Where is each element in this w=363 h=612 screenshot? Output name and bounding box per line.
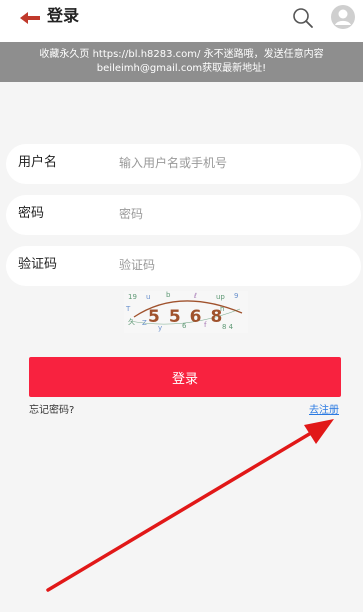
page-title: 登录: [47, 6, 80, 25]
password-input[interactable]: [119, 204, 339, 224]
svg-text:ℓ: ℓ: [193, 292, 197, 300]
password-label: 密码: [18, 206, 45, 221]
svg-text:9: 9: [234, 292, 238, 300]
notice-line-2: beileimh@gmail.com获取最新地址!: [96, 63, 267, 74]
notice-banner: 收藏永久页 https://bl.h8283.com/ 永不迷路哦，发送任意内容…: [0, 42, 363, 82]
register-link[interactable]: 去注册: [309, 404, 339, 418]
login-button[interactable]: 登录: [29, 357, 341, 397]
username-input[interactable]: [119, 153, 339, 173]
password-row: 密码: [6, 195, 361, 235]
svg-text:19: 19: [128, 293, 137, 301]
svg-text:u: u: [146, 293, 150, 301]
svg-text:b: b: [166, 291, 171, 299]
captcha-image[interactable]: 19 u b ℓ up 9 T h 久 Z 6 f 8 4 y 5568: [124, 291, 248, 333]
svg-text:up: up: [216, 293, 225, 301]
svg-text:T: T: [125, 305, 131, 313]
captcha-label: 验证码: [18, 257, 58, 272]
username-label: 用户名: [18, 155, 58, 170]
search-icon[interactable]: [292, 7, 314, 29]
arrow-left-icon[interactable]: [18, 10, 42, 26]
username-row: 用户名: [6, 144, 361, 184]
forgot-password-link[interactable]: 忘记密码?: [29, 404, 74, 418]
user-avatar-icon[interactable]: [330, 4, 356, 30]
captcha-row: 验证码: [6, 246, 361, 286]
captcha-input[interactable]: [119, 255, 339, 275]
top-bar: 登录: [0, 0, 363, 42]
notice-line-1: 收藏永久页 https://bl.h8283.com/ 永不迷路哦，发送任意内容: [39, 49, 324, 60]
captcha-text: 5568: [148, 307, 231, 327]
